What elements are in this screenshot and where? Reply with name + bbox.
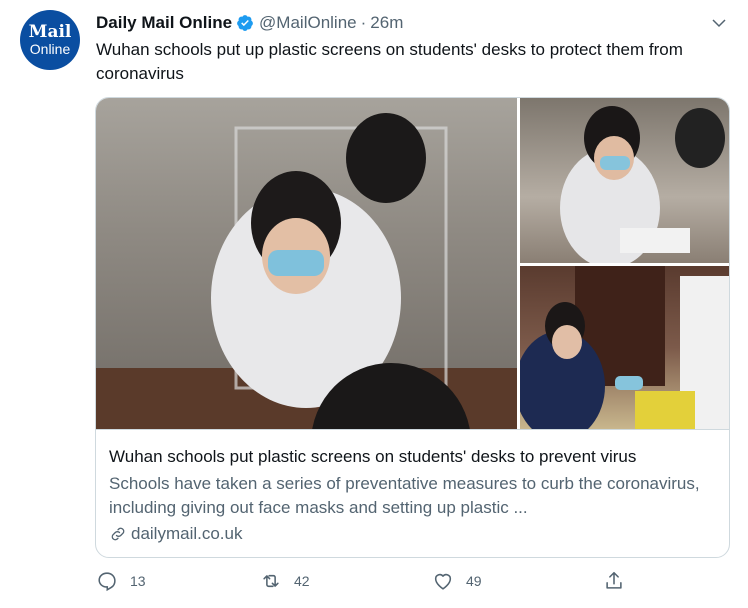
handle[interactable]: @MailOnline: [259, 13, 357, 33]
reply-icon: [98, 572, 116, 592]
avatar-logo-line2: Online: [29, 40, 71, 57]
card-image-bottom-right[interactable]: [520, 266, 729, 429]
reply-count: 13: [130, 573, 146, 589]
retweet-icon: [263, 574, 279, 588]
tweet[interactable]: Mail Online Daily Mail Online @MailOnlin…: [0, 0, 748, 608]
card-body[interactable]: Wuhan schools put plastic screens on stu…: [96, 429, 729, 557]
verified-badge-icon: [237, 15, 253, 31]
like-icon: [434, 573, 452, 590]
share-button[interactable]: [603, 570, 625, 592]
reply-button[interactable]: 13: [96, 570, 146, 592]
tweet-text: Wuhan schools put up plastic screens on …: [96, 40, 683, 83]
link-card[interactable]: Wuhan schools put plastic screens on stu…: [95, 97, 730, 558]
link-icon: [111, 527, 125, 541]
retweet-count: 42: [294, 573, 310, 589]
display-name[interactable]: Daily Mail Online: [96, 13, 232, 33]
separator-dot: ·: [360, 13, 367, 32]
card-domain: dailymail.co.uk: [109, 524, 243, 544]
tweet-header: Daily Mail Online @MailOnline · 26m: [96, 12, 403, 34]
chevron-down-icon[interactable]: [710, 14, 728, 32]
card-image-main[interactable]: [96, 98, 517, 429]
avatar[interactable]: Mail Online: [20, 10, 80, 70]
share-icon: [606, 571, 622, 589]
card-description: Schools have taken a series of preventat…: [109, 474, 700, 517]
card-title: Wuhan schools put plastic screens on stu…: [109, 447, 637, 466]
like-count: 49: [466, 573, 482, 589]
like-button[interactable]: 49: [432, 570, 482, 592]
retweet-button[interactable]: 42: [260, 570, 310, 592]
action-bar: 13 42 49: [96, 570, 656, 596]
timestamp[interactable]: 26m: [370, 13, 403, 33]
card-image-top-right[interactable]: [520, 98, 729, 263]
card-domain-text: dailymail.co.uk: [131, 524, 243, 543]
avatar-logo-line1: Mail: [28, 21, 72, 42]
